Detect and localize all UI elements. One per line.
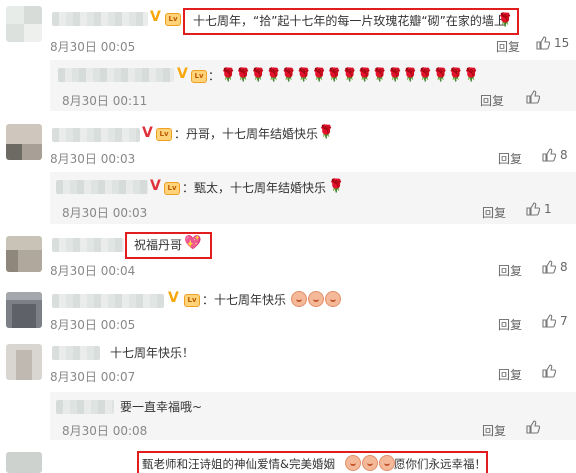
avatar[interactable] <box>6 344 42 380</box>
thumbs-up-icon <box>542 364 557 378</box>
rose-emoji: 🌹🌹🌹🌹🌹🌹🌹🌹🌹🌹🌹🌹🌹🌹🌹🌹🌹 <box>220 68 479 83</box>
reply-button[interactable]: 回复 <box>496 38 520 55</box>
comment-text: ：丹哥，十七周年结婚快乐 <box>174 127 319 141</box>
like-button[interactable]: 1 <box>526 202 552 216</box>
verified-v-icon: V <box>177 66 188 82</box>
heart-emoji: 💖 <box>184 235 202 251</box>
like-button[interactable]: 7 <box>542 314 568 328</box>
verified-v-icon: V <box>150 9 161 25</box>
face-emojis <box>290 291 341 307</box>
reply-1: V Lv ： 🌹🌹🌹🌹🌹🌹🌹🌹🌹🌹🌹🌹🌹🌹🌹🌹🌹 8月30日 00:11 回复 <box>0 60 576 111</box>
reply-2: V Lv ：甄太，十七周年结婚快乐 🌹 8月30日 00:03 回复 1 <box>0 172 576 224</box>
face-emoji-icon <box>291 291 307 307</box>
like-button[interactable]: 8 <box>542 260 568 274</box>
username[interactable] <box>56 180 148 194</box>
comment-2: V Lv ：丹哥，十七周年结婚快乐 🌹 8月30日 00:03 回复 8 <box>0 118 576 166</box>
like-button[interactable]: 8 <box>542 148 568 162</box>
rose-emoji: 🌹 <box>318 125 334 140</box>
username[interactable] <box>58 68 174 82</box>
comment-text-2: 愿你们永远幸福！ <box>394 457 486 471</box>
avatar[interactable] <box>6 6 42 42</box>
comment-1: V Lv 十七周年，“拾”起十七年的每一片玫瑰花瓣“砌”在家的墙上 🌹 8月30… <box>0 0 576 58</box>
thumbs-up-icon <box>542 148 557 162</box>
comment-4: V Lv ：十七周年快乐 8月30日 00:05 回复 7 <box>0 284 576 336</box>
avatar[interactable] <box>6 236 42 272</box>
comment-6: 甄老师和汪诗姐的神仙爱情&完美婚姻 愿你们永远幸福！ <box>0 446 576 473</box>
thumbs-up-icon <box>542 314 557 328</box>
reply-button[interactable]: 回复 <box>482 422 506 439</box>
like-button[interactable] <box>542 364 560 378</box>
comment-text: 要一直幸福哦~ <box>120 400 203 414</box>
reply-button[interactable]: 回复 <box>498 262 522 279</box>
comment-date: 8月30日 00:07 <box>50 370 136 384</box>
level-badge-icon: Lv <box>191 70 207 83</box>
comment-5: 十七周年快乐！ 8月30日 00:07 回复 <box>0 338 576 388</box>
comment-date: 8月30日 00:03 <box>50 152 136 166</box>
reply-button[interactable]: 回复 <box>482 204 506 221</box>
username[interactable] <box>56 400 114 414</box>
username[interactable] <box>52 128 140 142</box>
comment-text: 祝福丹哥 <box>134 238 183 252</box>
face-emoji-icon <box>308 291 324 307</box>
like-button[interactable] <box>526 90 544 104</box>
face-emojis <box>344 455 395 471</box>
comment-text: 十七周年快乐！ <box>110 346 195 360</box>
face-emoji-icon <box>345 455 361 471</box>
username[interactable] <box>52 346 100 360</box>
level-badge-icon: Lv <box>165 13 181 26</box>
level-badge-icon: Lv <box>184 294 200 307</box>
comment-text: 十七周年，“拾”起十七年的每一片玫瑰花瓣“砌”在家的墙上 <box>193 14 506 28</box>
like-count: 1 <box>544 202 552 216</box>
avatar[interactable] <box>6 292 42 328</box>
rose-emoji: 🌹 <box>328 179 344 194</box>
like-count: 7 <box>560 314 568 328</box>
reply-button[interactable]: 回复 <box>498 150 522 167</box>
username[interactable] <box>52 238 124 252</box>
avatar[interactable] <box>6 452 42 473</box>
comment-date: 8月30日 00:03 <box>62 206 148 220</box>
face-emoji-icon <box>379 455 395 471</box>
reply-button[interactable]: 回复 <box>498 316 522 333</box>
rose-emoji: 🌹 <box>497 13 513 28</box>
comment-date: 8月30日 00:11 <box>62 94 148 108</box>
like-count: 8 <box>560 260 568 274</box>
reply-button[interactable]: 回复 <box>480 92 504 109</box>
reply-button[interactable]: 回复 <box>498 366 522 383</box>
thumbs-up-icon <box>536 36 551 50</box>
verified-v-icon: V <box>150 178 161 194</box>
avatar[interactable] <box>6 124 42 160</box>
like-button[interactable] <box>526 420 544 434</box>
comment-text: ：十七周年快乐 <box>202 293 287 307</box>
comment-text: ：甄太，十七周年结婚快乐 <box>182 181 327 195</box>
like-button[interactable]: 15 <box>536 36 569 50</box>
thumbs-up-icon <box>526 420 541 434</box>
face-emoji-icon <box>362 455 378 471</box>
username[interactable] <box>52 12 148 26</box>
username[interactable] <box>52 294 164 308</box>
thumbs-up-icon <box>526 90 541 104</box>
like-count: 8 <box>560 148 568 162</box>
comment-date: 8月30日 00:05 <box>50 40 136 54</box>
like-count: 15 <box>554 36 570 50</box>
verified-v-icon: V <box>168 290 179 306</box>
comment-text: ： <box>208 69 221 83</box>
comment-date: 8月30日 00:05 <box>50 318 136 332</box>
thumbs-up-icon <box>526 202 541 216</box>
comment-date: 8月30日 00:08 <box>62 424 148 438</box>
comment-3: 祝福丹哥 💖 8月30日 00:04 回复 8 <box>0 228 576 280</box>
verified-v-icon: V <box>142 125 153 141</box>
comment-date: 8月30日 00:04 <box>50 264 136 278</box>
face-emoji-icon <box>325 291 341 307</box>
level-badge-icon: Lv <box>164 182 180 195</box>
reply-3: 要一直幸福哦~ 8月30日 00:08 回复 <box>0 392 576 440</box>
level-badge-icon: Lv <box>156 128 172 141</box>
thumbs-up-icon <box>542 260 557 274</box>
comment-text: 甄老师和汪诗姐的神仙爱情&完美婚姻 <box>142 457 335 471</box>
